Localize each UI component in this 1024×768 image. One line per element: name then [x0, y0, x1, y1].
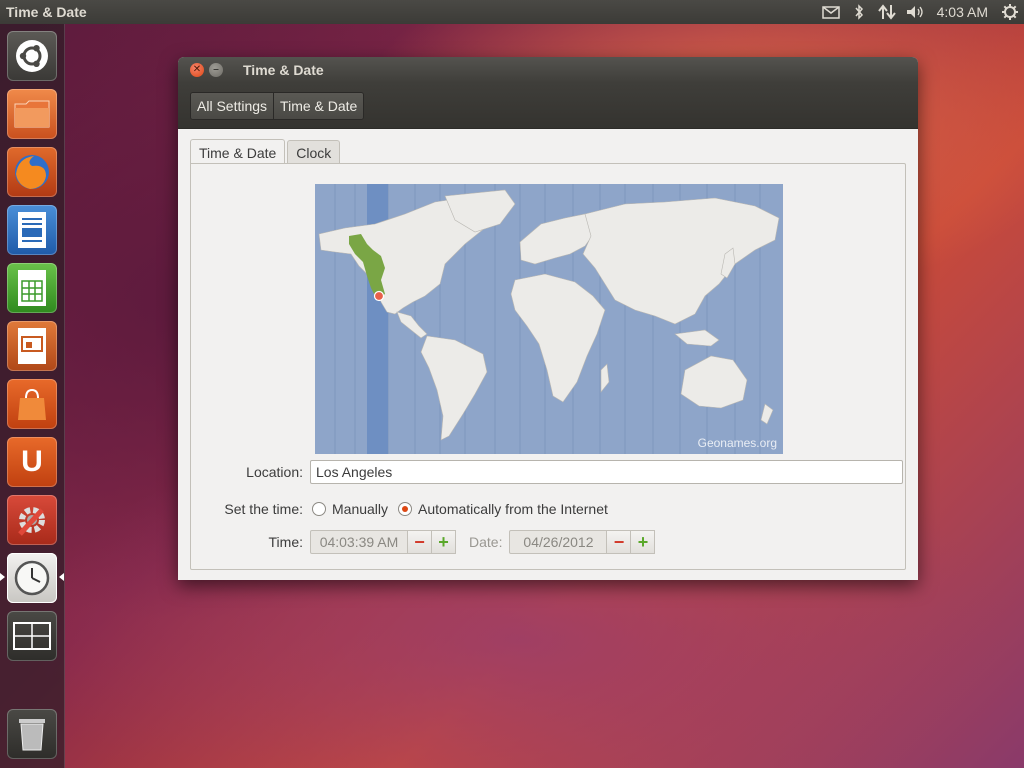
- window-title: Time & Date: [243, 62, 324, 78]
- firefox-icon: [15, 155, 49, 189]
- ubuntu-logo-icon: [16, 40, 48, 72]
- time-decrease-button: −: [408, 530, 432, 554]
- time-and-date-launcher-button[interactable]: [7, 553, 57, 603]
- writer-document-icon: [18, 212, 46, 248]
- manual-radio-option[interactable]: Manually: [312, 501, 388, 517]
- date-increase-button: +: [631, 530, 656, 554]
- location-row: Location: Los Angeles: [213, 460, 903, 484]
- trash-icon: [19, 719, 45, 751]
- auto-radio-option[interactable]: Automatically from the Internet: [398, 501, 608, 517]
- ubuntu-one-launcher-button[interactable]: U: [7, 437, 57, 487]
- window-titlebar[interactable]: ✕ – Time & Date: [178, 57, 918, 83]
- auto-radio-label: Automatically from the Internet: [418, 501, 608, 517]
- breadcrumb: All Settings Time & Date: [190, 91, 365, 120]
- location-label: Location:: [246, 464, 303, 480]
- time-spinner: 04:03:39 AM − +: [310, 530, 456, 554]
- workspace-switcher-launcher-button[interactable]: [7, 611, 57, 661]
- close-icon: ✕: [192, 64, 202, 75]
- volume-icon[interactable]: [901, 0, 929, 24]
- timezone-map[interactable]: Geonames.org: [315, 184, 783, 454]
- firefox-launcher-button[interactable]: [7, 147, 57, 197]
- top-panel: Time & Date 4:03 AM: [0, 0, 1024, 24]
- active-app-title: Time & Date: [6, 4, 87, 20]
- time-label: Time:: [268, 534, 303, 550]
- calc-launcher-button[interactable]: [7, 263, 57, 313]
- mail-icon[interactable]: [817, 0, 845, 24]
- time-increase-button: +: [432, 530, 456, 554]
- date-value: 04/26/2012: [509, 530, 608, 554]
- launcher: U: [0, 24, 65, 768]
- manual-radio[interactable]: [312, 502, 326, 516]
- folder-icon: [14, 100, 50, 128]
- shopping-bag-icon: [18, 388, 46, 420]
- indicator-area: 4:03 AM: [817, 0, 1024, 24]
- active-app-indicator: [0, 573, 5, 581]
- location-pin-icon: [373, 290, 385, 302]
- window-content: Time & Date Clock Geonames.org Location:…: [178, 129, 918, 580]
- breadcrumb-all-settings[interactable]: All Settings: [191, 92, 274, 119]
- clock-icon: [14, 560, 50, 596]
- network-icon[interactable]: [873, 0, 901, 24]
- software-center-launcher-button[interactable]: [7, 379, 57, 429]
- set-time-label: Set the time:: [224, 501, 303, 517]
- calc-spreadsheet-icon: [18, 270, 46, 306]
- bluetooth-icon[interactable]: [845, 0, 873, 24]
- power-gear-icon[interactable]: [996, 0, 1024, 24]
- files-launcher-button[interactable]: [7, 89, 57, 139]
- time-date-window: ✕ – Time & Date All Settings Time & Date…: [178, 57, 918, 580]
- date-decrease-button: −: [607, 530, 632, 554]
- tab-page: Geonames.org Location: Los Angeles Set t…: [190, 163, 906, 570]
- tab-time-date[interactable]: Time & Date: [190, 139, 286, 166]
- settings-gear-wrench-icon: [18, 507, 45, 536]
- time-date-row: Time: 04:03:39 AM − + Date: 04/26/2012 −…: [213, 530, 656, 554]
- close-window-button[interactable]: ✕: [190, 63, 204, 77]
- ubuntu-one-icon: U: [21, 445, 43, 478]
- world-map-graphic: [318, 184, 780, 454]
- system-settings-launcher-button[interactable]: [7, 495, 57, 545]
- trash-launcher-button[interactable]: [7, 709, 57, 759]
- breadcrumb-time-date[interactable]: Time & Date: [273, 92, 364, 119]
- location-input[interactable]: Los Angeles: [310, 460, 903, 484]
- map-credit: Geonames.org: [697, 436, 777, 450]
- set-time-row: Set the time: Manually Automatically fro…: [205, 501, 608, 517]
- writer-launcher-button[interactable]: [7, 205, 57, 255]
- clock-indicator[interactable]: 4:03 AM: [929, 4, 996, 20]
- date-spinner: 04/26/2012 − +: [509, 530, 656, 554]
- auto-radio[interactable]: [398, 502, 413, 516]
- dash-home-button[interactable]: [7, 31, 57, 81]
- workspace-switcher-icon: [13, 622, 51, 650]
- manual-radio-label: Manually: [332, 501, 389, 517]
- impress-presentation-icon: [18, 328, 46, 364]
- date-label: Date:: [469, 534, 503, 550]
- impress-launcher-button[interactable]: [7, 321, 57, 371]
- focused-app-indicator: [59, 573, 64, 581]
- minimize-icon: –: [213, 64, 219, 75]
- time-value: 04:03:39 AM: [310, 530, 408, 554]
- minimize-window-button[interactable]: –: [209, 63, 223, 77]
- settings-toolbar: All Settings Time & Date: [178, 83, 918, 129]
